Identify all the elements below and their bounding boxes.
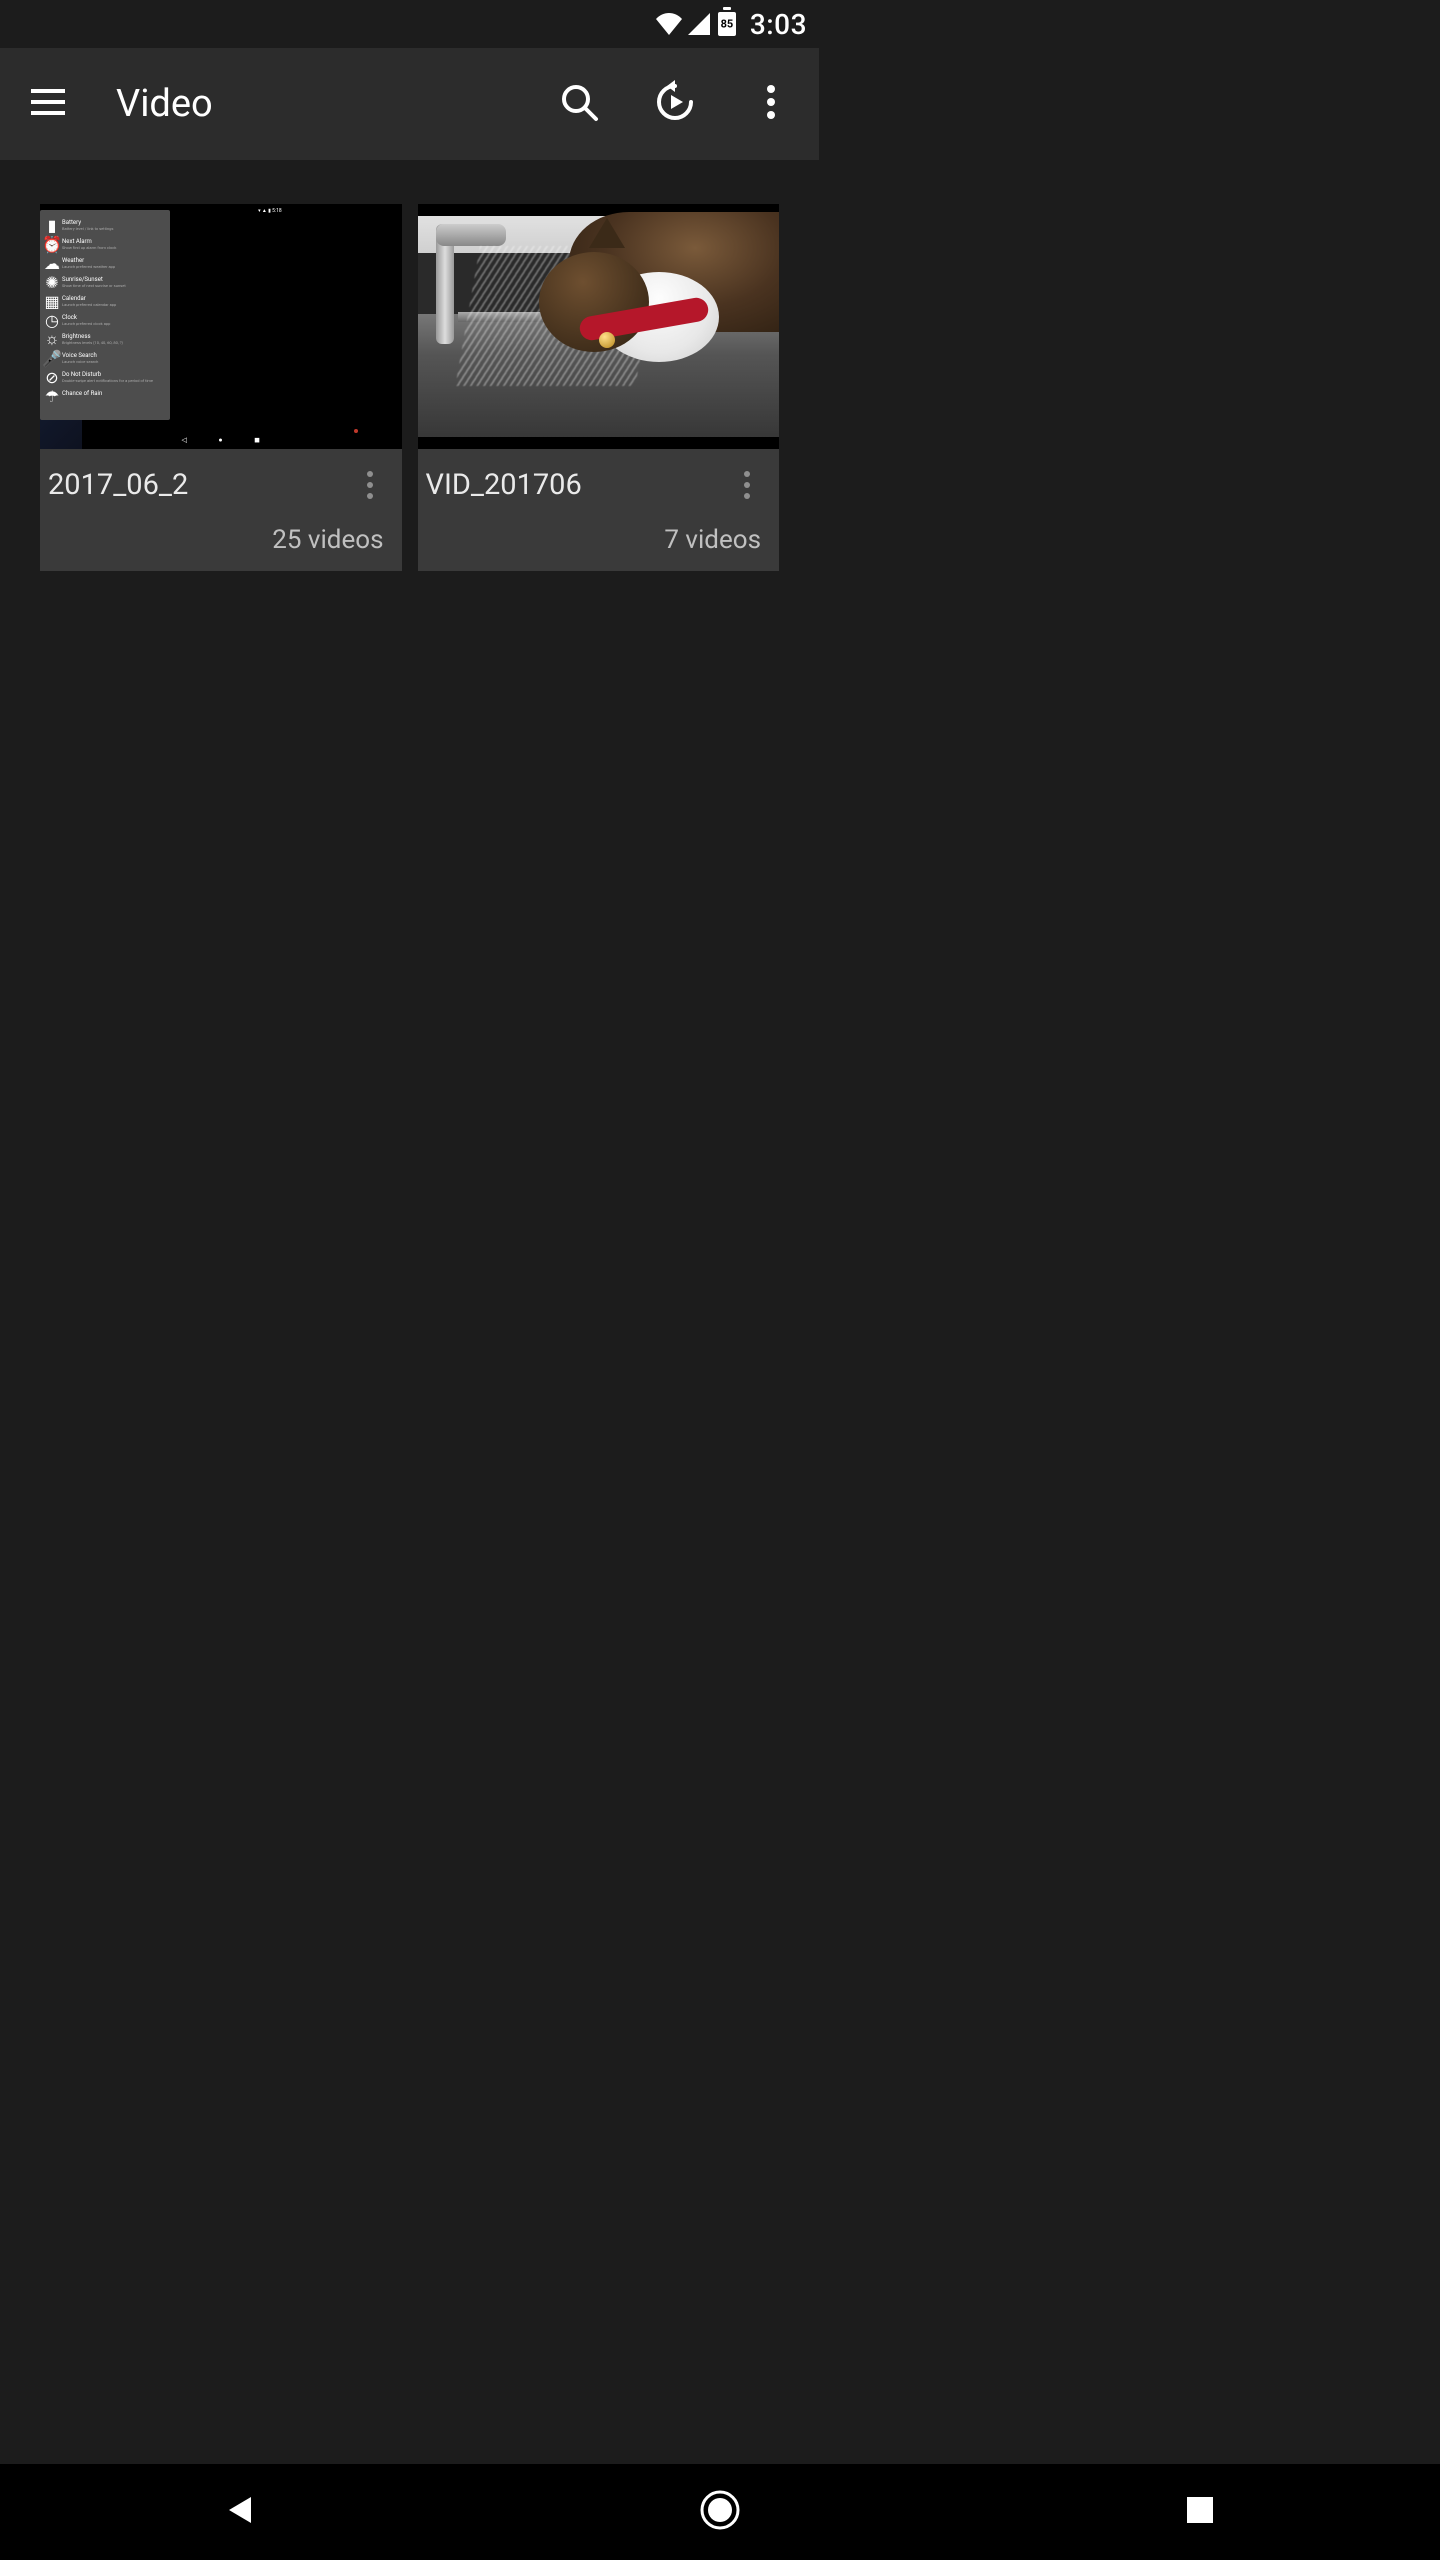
folder-thumbnail <box>418 204 780 449</box>
folder-name: VID_201706 <box>426 468 728 502</box>
folder-menu-button[interactable] <box>727 465 767 505</box>
status-time: 3:03 <box>750 8 807 41</box>
folder-card[interactable]: ▾ ▲ ▮ 5:18 ▮BatteryBattery level / link … <box>40 204 402 571</box>
search-icon <box>559 82 599 126</box>
nav-back-button[interactable] <box>190 2482 290 2542</box>
cell-signal-icon <box>688 13 710 35</box>
wifi-icon <box>656 13 682 35</box>
battery-level: 85 <box>721 19 734 30</box>
folder-count: 7 videos <box>426 525 768 555</box>
recent-apps-icon <box>1185 2495 1215 2529</box>
folder-menu-button[interactable] <box>350 465 390 505</box>
folder-card[interactable]: VID_201706 7 videos <box>418 204 780 571</box>
overflow-button[interactable] <box>743 76 799 132</box>
replay-icon <box>653 80 697 128</box>
hamburger-icon <box>31 89 65 119</box>
nav-home-button[interactable] <box>670 2482 770 2542</box>
more-vert-icon <box>744 471 750 499</box>
battery-icon: 85 <box>716 11 738 37</box>
status-bar: 85 3:03 <box>0 0 819 48</box>
more-vert-icon <box>367 471 373 499</box>
replay-button[interactable] <box>647 76 703 132</box>
app-bar: Video <box>0 48 819 160</box>
more-vert-icon <box>766 84 776 124</box>
menu-button[interactable] <box>20 76 76 132</box>
search-button[interactable] <box>551 76 607 132</box>
system-nav-bar <box>0 2464 1440 2560</box>
folder-name: 2017_06_2 <box>48 468 350 502</box>
folder-count: 25 videos <box>48 525 390 555</box>
folder-grid: ▾ ▲ ▮ 5:18 ▮BatteryBattery level / link … <box>0 160 819 615</box>
home-icon <box>699 2489 741 2535</box>
back-icon <box>223 2493 257 2531</box>
page-title: Video <box>116 82 213 126</box>
nav-recent-button[interactable] <box>1150 2482 1250 2542</box>
folder-thumbnail: ▾ ▲ ▮ 5:18 ▮BatteryBattery level / link … <box>40 204 402 449</box>
